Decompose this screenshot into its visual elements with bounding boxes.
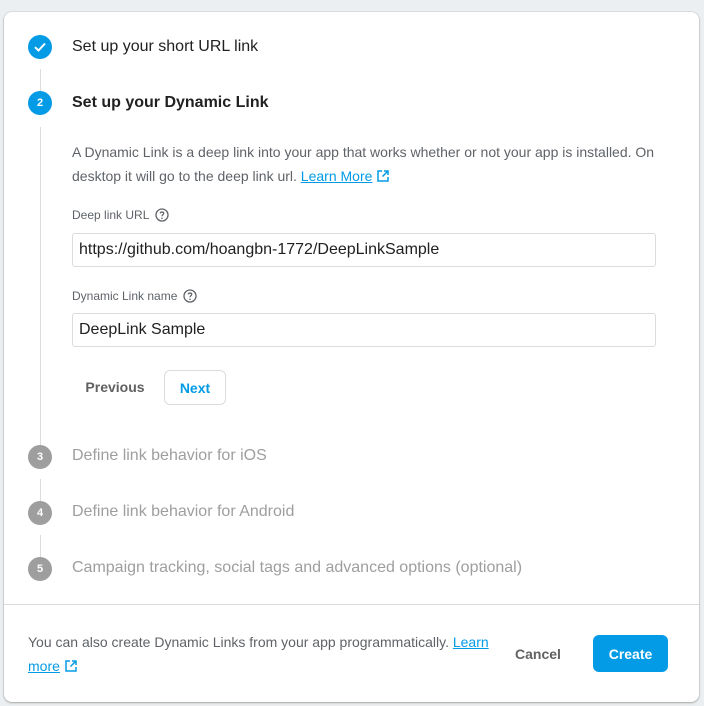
dynamic-link-name-label: Dynamic Link name [72,289,178,303]
footer-note-text: You can also create Dynamic Links from y… [28,634,449,650]
step-5-title[interactable]: Campaign tracking, social tags and advan… [72,558,522,578]
create-button[interactable]: Create [593,635,668,672]
external-link-icon [377,170,390,182]
step-5-number: 5 [28,557,52,581]
cancel-button[interactable]: Cancel [502,636,574,672]
step-3-number: 3 [28,445,52,469]
deep-link-url-label-row: Deep link URL [72,208,170,222]
footer-note: You can also create Dynamic Links from y… [28,630,498,678]
step-4-title[interactable]: Define link behavior for Android [72,502,294,522]
learn-more-link[interactable]: Learn More [301,168,391,184]
step-2-title[interactable]: Set up your Dynamic Link [72,93,268,113]
step-connector [40,69,41,93]
step-connector [40,127,41,445]
learn-more-label: Learn More [300,168,373,184]
step-connector [40,479,41,501]
dynamic-link-name-label-row: Dynamic Link name [72,289,198,303]
dynamic-link-name-input[interactable] [72,313,656,347]
step-3-title[interactable]: Define link behavior for iOS [72,446,267,466]
step-4-number: 4 [28,501,52,525]
deep-link-url-input[interactable] [72,233,656,267]
check-icon [34,42,46,52]
next-button[interactable]: Next [164,370,226,405]
deep-link-url-label: Deep link URL [72,208,150,222]
step-connector [40,535,41,557]
dynamic-link-dialog: Set up your short URL link 2 Set up your… [4,12,699,702]
step-1-title[interactable]: Set up your short URL link [72,37,258,57]
footer-divider [4,604,699,605]
help-circle-icon[interactable] [183,289,198,303]
external-link-icon [65,660,77,672]
step-2-number: 2 [28,91,52,115]
previous-button[interactable]: Previous [76,370,154,404]
step-1-check-icon [28,35,52,59]
help-circle-icon[interactable] [155,208,170,222]
step-2-description: A Dynamic Link is a deep link into your … [72,140,662,188]
